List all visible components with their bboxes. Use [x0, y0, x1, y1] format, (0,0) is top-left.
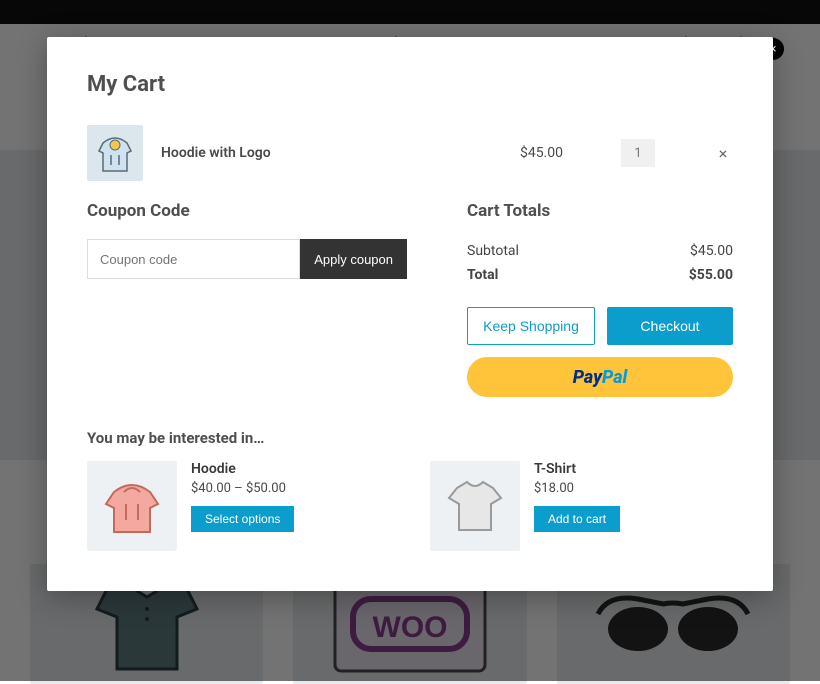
interest-thumb-tshirt[interactable]: [430, 461, 520, 551]
paypal-logo-icon: PayPal: [573, 367, 628, 388]
interest-item-tshirt: T-Shirt $18.00 Add to cart: [430, 461, 733, 551]
select-options-button[interactable]: Select options: [191, 506, 294, 532]
total-label: Total: [467, 267, 498, 283]
coupon-section: Coupon Code Apply coupon: [87, 201, 407, 397]
cart-line-name[interactable]: Hoodie with Logo: [161, 145, 485, 161]
interest-item-hoodie: Hoodie $40.00 – $50.00 Select options: [87, 461, 390, 551]
coupon-heading: Coupon Code: [87, 201, 407, 221]
paypal-button[interactable]: PayPal: [467, 357, 733, 397]
interest-price: $40.00 – $50.00: [191, 481, 294, 496]
subtotal-label: Subtotal: [467, 243, 519, 259]
interest-name[interactable]: T-Shirt: [534, 461, 620, 477]
cart-title: My Cart: [87, 72, 733, 97]
apply-coupon-button[interactable]: Apply coupon: [300, 239, 407, 279]
subtotal-value: $45.00: [690, 243, 733, 259]
total-value: $55.00: [689, 267, 733, 283]
keep-shopping-button[interactable]: Keep Shopping: [467, 307, 595, 345]
cart-line-remove-button[interactable]: ×: [713, 144, 733, 163]
cart-line-item: Hoodie with Logo $45.00 1 ×: [87, 125, 733, 181]
totals-section: Cart Totals Subtotal $45.00 Total $55.00…: [467, 201, 733, 397]
interest-name[interactable]: Hoodie: [191, 461, 294, 477]
total-row: Total $55.00: [467, 263, 733, 287]
coupon-input[interactable]: [87, 239, 300, 279]
remove-icon: ×: [719, 144, 728, 163]
cart-line-qty-input[interactable]: 1: [621, 139, 655, 167]
subtotal-row: Subtotal $45.00: [467, 239, 733, 263]
cart-line-thumb[interactable]: [87, 125, 143, 181]
hoodie-icon: [100, 474, 164, 538]
cart-modal: My Cart Hoodie with Logo $45.00 1 × Coup…: [47, 37, 773, 591]
interest-thumb-hoodie[interactable]: [87, 461, 177, 551]
interest-price: $18.00: [534, 481, 620, 496]
interest-row: Hoodie $40.00 – $50.00 Select options T-…: [87, 461, 733, 551]
totals-heading: Cart Totals: [467, 201, 733, 221]
interest-heading: You may be interested in…: [87, 429, 733, 447]
checkout-button[interactable]: Checkout: [607, 307, 733, 345]
add-to-cart-button[interactable]: Add to cart: [534, 506, 620, 532]
hoodie-logo-icon: [95, 131, 135, 175]
tshirt-icon: [443, 474, 507, 538]
cart-line-price: $45.00: [503, 145, 563, 161]
